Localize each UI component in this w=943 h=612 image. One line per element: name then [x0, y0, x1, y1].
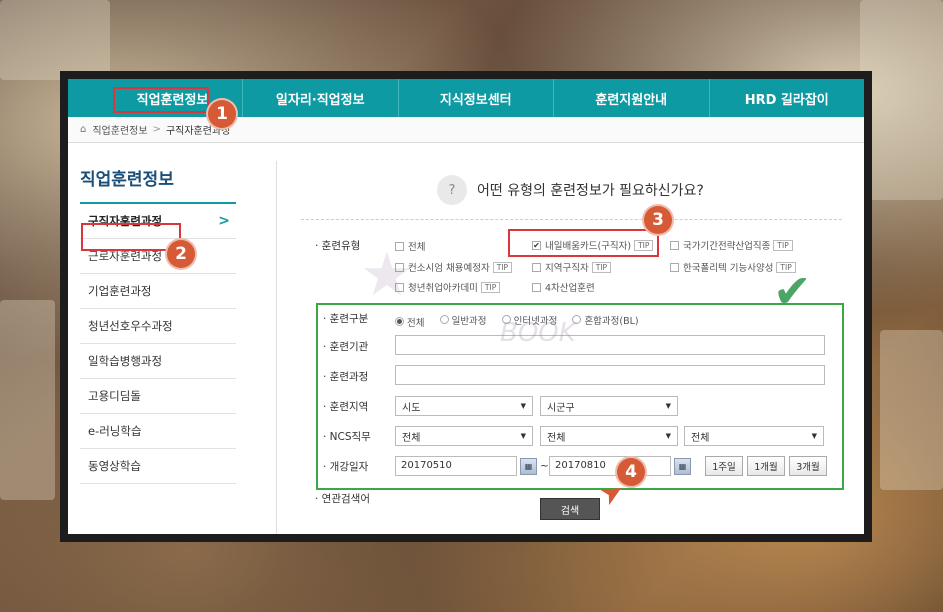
radio-dot[interactable]: [395, 317, 404, 326]
start-date-label: · 개강일자: [323, 461, 369, 473]
checkbox-label: 지역구직자: [545, 263, 589, 274]
ncs-select-3[interactable]: 전체 ▼: [684, 426, 824, 446]
district-select[interactable]: 시군구 ▼: [540, 396, 678, 416]
checkbox-label: 4차산업훈련: [545, 283, 595, 294]
chevron-right-icon: >: [218, 213, 230, 229]
sidebar: 직업훈련정보 구직자훈련과정 > 근로자훈련과정 기업훈련과정 청년선호우수과정…: [80, 143, 236, 484]
dropdown-arrow-icon: ▼: [520, 432, 526, 440]
select-value: 시군구: [547, 402, 575, 414]
date-range-tilde: ~: [540, 460, 549, 472]
watermark-star-icon: ★: [360, 240, 414, 310]
breadcrumb-separator: >: [152, 124, 161, 135]
sidebar-item-label: 동영상학습: [88, 459, 141, 473]
dropdown-arrow-icon: ▼: [665, 432, 671, 440]
training-type-label: · 훈련유형: [315, 240, 361, 252]
radio-label: 혼합과정(BL): [584, 315, 639, 327]
related-search-label: · 연관검색어: [315, 493, 370, 505]
nav-item-knowledge-center[interactable]: 지식정보센터: [399, 79, 554, 117]
dropdown-arrow-icon: ▼: [520, 402, 526, 410]
calendar-icon[interactable]: ▦: [520, 458, 537, 475]
institution-label: · 훈련기관: [323, 341, 369, 353]
radio-label: 전체: [407, 317, 425, 329]
step-badge-1: 1: [206, 98, 238, 130]
ncs-label: · NCS직무: [323, 431, 371, 443]
checkbox-national-strategic[interactable]: 국가기간전략산업직종 TIP: [670, 238, 793, 252]
training-category-label: · 훈련구분: [323, 313, 369, 325]
radio-label: 일반과정: [451, 315, 487, 327]
checkbox-label: 컨소시엄 채용예정자: [408, 263, 490, 274]
sidebar-item-label: 일학습병행과정: [88, 354, 163, 368]
annotation-box-3: [508, 229, 659, 257]
nav-item-job-info[interactable]: 일자리·직업정보: [243, 79, 399, 117]
sidebar-item-video[interactable]: 동영상학습: [80, 449, 236, 484]
dropdown-arrow-icon: ▼: [811, 432, 817, 440]
background-card: [0, 0, 110, 80]
sidebar-item-label: e-러닝학습: [88, 424, 142, 438]
sidebar-item-elearning[interactable]: e-러닝학습: [80, 414, 236, 449]
select-value: 전체: [691, 432, 710, 444]
nav-item-hrd-guide[interactable]: HRD 길라잡이: [710, 79, 865, 117]
radio-all[interactable]: 전체: [395, 315, 424, 329]
divider: [301, 219, 842, 220]
calendar-icon[interactable]: ▦: [674, 458, 691, 475]
sidebar-item-stepping-stone[interactable]: 고용디딤돌: [80, 379, 236, 414]
question-header: ? 어떤 유형의 훈련정보가 필요하신가요?: [437, 175, 704, 205]
tip-badge[interactable]: TIP: [492, 261, 513, 273]
province-select[interactable]: 시도 ▼: [395, 396, 533, 416]
sidebar-item-label: 기업훈련과정: [88, 284, 152, 298]
institution-input[interactable]: [395, 335, 825, 355]
select-value: 전체: [547, 432, 566, 444]
radio-general[interactable]: 일반과정: [439, 313, 487, 327]
background-card: [880, 330, 943, 490]
tip-badge[interactable]: TIP: [591, 261, 612, 273]
tip-badge[interactable]: TIP: [773, 239, 793, 251]
home-icon[interactable]: ⌂: [80, 124, 86, 135]
checkbox-label: 국가기간전략산업직종: [683, 241, 771, 252]
radio-dot[interactable]: [439, 315, 449, 324]
monitor-frame: 직업훈련정보 일자리·직업정보 지식정보센터 훈련지원안내 HRD 길라잡이 ⌂…: [60, 71, 872, 542]
question-text: 어떤 유형의 훈련정보가 필요하신가요?: [477, 183, 704, 199]
sidebar-item-work-study[interactable]: 일학습병행과정: [80, 344, 236, 379]
start-date-from-input[interactable]: 20170510: [395, 456, 517, 476]
sidebar-item-youth[interactable]: 청년선호우수과정: [80, 309, 236, 344]
step-badge-2: 2: [165, 238, 197, 270]
website-screen: 직업훈련정보 일자리·직업정보 지식정보센터 훈련지원안내 HRD 길라잡이 ⌂…: [68, 79, 864, 534]
sidebar-item-company[interactable]: 기업훈련과정: [80, 274, 236, 309]
checkbox-box[interactable]: [670, 262, 679, 272]
checkbox-label: 청년취업아카데미: [408, 283, 478, 294]
checkbox-box[interactable]: [670, 240, 679, 250]
course-label: · 훈련과정: [323, 371, 369, 383]
watermark-text: BOOK: [500, 318, 576, 348]
background-card: [860, 0, 943, 200]
course-input[interactable]: [395, 365, 825, 385]
checkbox-label: 한국폴리텍 기능사양성: [683, 263, 774, 274]
ncs-select-2[interactable]: 전체 ▼: [540, 426, 678, 446]
checkbox-box[interactable]: [532, 282, 541, 292]
annotation-box-1: [113, 87, 209, 113]
select-value: 전체: [402, 432, 421, 444]
nav-item-training-support[interactable]: 훈련지원안내: [554, 79, 710, 117]
select-value: 시도: [402, 402, 421, 414]
radio-blended[interactable]: 혼합과정(BL): [572, 313, 639, 327]
period-3month-button[interactable]: 3개월: [789, 456, 827, 476]
step-badge-3: 3: [642, 204, 674, 236]
breadcrumb: ⌂ 직업훈련정보 > 구직자훈련과정: [68, 117, 864, 143]
region-label: · 훈련지역: [323, 401, 369, 413]
background-card: [0, 300, 55, 500]
sidebar-title: 직업훈련정보: [80, 143, 236, 204]
checkmark-icon: ✔: [773, 264, 812, 318]
period-1month-button[interactable]: 1개월: [747, 456, 785, 476]
breadcrumb-item[interactable]: 직업훈련정보: [92, 122, 147, 137]
dropdown-arrow-icon: ▼: [665, 402, 671, 410]
sidebar-item-label: 고용디딤돌: [88, 389, 141, 403]
period-1week-button[interactable]: 1주일: [705, 456, 743, 476]
question-icon: ?: [437, 175, 467, 205]
sidebar-item-label: 청년선호우수과정: [88, 319, 173, 333]
checkbox-box[interactable]: [532, 262, 541, 272]
checkbox-regional[interactable]: 지역구직자 TIP: [532, 260, 612, 274]
checkbox-industry4[interactable]: 4차산업훈련: [532, 280, 595, 294]
search-button[interactable]: 검색: [540, 498, 600, 520]
tip-badge[interactable]: TIP: [480, 281, 501, 293]
ncs-select-1[interactable]: 전체 ▼: [395, 426, 533, 446]
